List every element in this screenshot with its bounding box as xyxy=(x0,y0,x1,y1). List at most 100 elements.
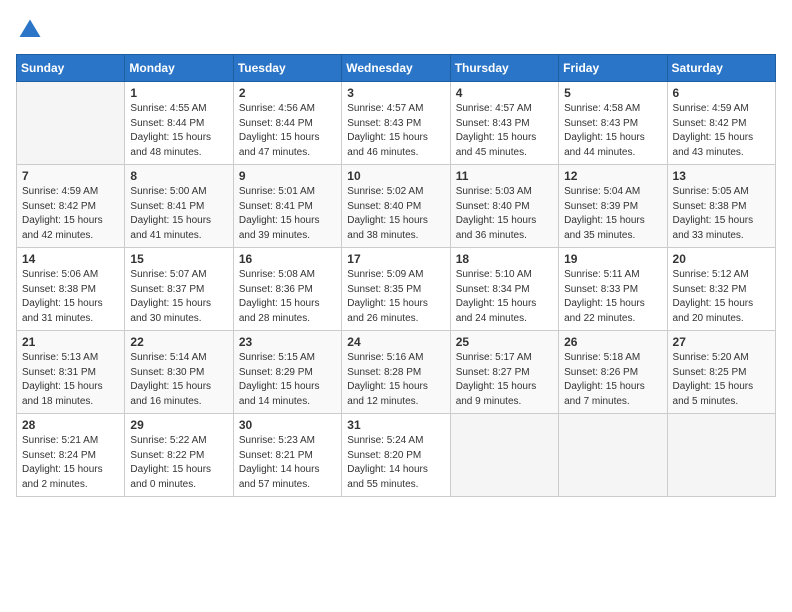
calendar-cell: 9 Sunrise: 5:01 AMSunset: 8:41 PMDayligh… xyxy=(233,165,341,248)
logo xyxy=(16,16,48,44)
calendar-cell xyxy=(667,414,775,497)
day-info: Sunrise: 5:18 AMSunset: 8:26 PMDaylight:… xyxy=(564,351,661,409)
calendar-table: SundayMondayTuesdayWednesdayThursdayFrid… xyxy=(16,54,776,497)
calendar-cell: 7 Sunrise: 4:59 AMSunset: 8:42 PMDayligh… xyxy=(17,165,125,248)
day-info: Sunrise: 4:58 AMSunset: 8:43 PMDaylight:… xyxy=(564,102,661,160)
calendar-cell: 29 Sunrise: 5:22 AMSunset: 8:22 PMDaylig… xyxy=(125,414,233,497)
day-number: 6 xyxy=(673,86,770,100)
day-info: Sunrise: 5:13 AMSunset: 8:31 PMDaylight:… xyxy=(22,351,119,409)
calendar-body: 1 Sunrise: 4:55 AMSunset: 8:44 PMDayligh… xyxy=(17,82,776,497)
logo-icon xyxy=(16,16,44,44)
calendar-cell: 24 Sunrise: 5:16 AMSunset: 8:28 PMDaylig… xyxy=(342,331,450,414)
calendar-cell: 19 Sunrise: 5:11 AMSunset: 8:33 PMDaylig… xyxy=(559,248,667,331)
column-header-tuesday: Tuesday xyxy=(233,55,341,82)
column-header-sunday: Sunday xyxy=(17,55,125,82)
day-number: 31 xyxy=(347,418,444,432)
calendar-cell: 15 Sunrise: 5:07 AMSunset: 8:37 PMDaylig… xyxy=(125,248,233,331)
calendar-header: SundayMondayTuesdayWednesdayThursdayFrid… xyxy=(17,55,776,82)
column-header-wednesday: Wednesday xyxy=(342,55,450,82)
day-number: 18 xyxy=(456,252,553,266)
calendar-cell: 11 Sunrise: 5:03 AMSunset: 8:40 PMDaylig… xyxy=(450,165,558,248)
day-info: Sunrise: 5:24 AMSunset: 8:20 PMDaylight:… xyxy=(347,434,444,492)
day-info: Sunrise: 5:21 AMSunset: 8:24 PMDaylight:… xyxy=(22,434,119,492)
calendar-cell: 20 Sunrise: 5:12 AMSunset: 8:32 PMDaylig… xyxy=(667,248,775,331)
day-info: Sunrise: 5:12 AMSunset: 8:32 PMDaylight:… xyxy=(673,268,770,326)
column-header-monday: Monday xyxy=(125,55,233,82)
calendar-week-5: 28 Sunrise: 5:21 AMSunset: 8:24 PMDaylig… xyxy=(17,414,776,497)
calendar-week-2: 7 Sunrise: 4:59 AMSunset: 8:42 PMDayligh… xyxy=(17,165,776,248)
day-number: 14 xyxy=(22,252,119,266)
day-number: 2 xyxy=(239,86,336,100)
day-info: Sunrise: 4:59 AMSunset: 8:42 PMDaylight:… xyxy=(673,102,770,160)
day-number: 22 xyxy=(130,335,227,349)
day-info: Sunrise: 5:10 AMSunset: 8:34 PMDaylight:… xyxy=(456,268,553,326)
day-info: Sunrise: 5:22 AMSunset: 8:22 PMDaylight:… xyxy=(130,434,227,492)
day-info: Sunrise: 4:57 AMSunset: 8:43 PMDaylight:… xyxy=(347,102,444,160)
day-number: 23 xyxy=(239,335,336,349)
day-number: 13 xyxy=(673,169,770,183)
day-number: 10 xyxy=(347,169,444,183)
day-number: 20 xyxy=(673,252,770,266)
calendar-cell: 17 Sunrise: 5:09 AMSunset: 8:35 PMDaylig… xyxy=(342,248,450,331)
day-number: 21 xyxy=(22,335,119,349)
calendar-cell: 12 Sunrise: 5:04 AMSunset: 8:39 PMDaylig… xyxy=(559,165,667,248)
day-info: Sunrise: 5:23 AMSunset: 8:21 PMDaylight:… xyxy=(239,434,336,492)
day-info: Sunrise: 5:15 AMSunset: 8:29 PMDaylight:… xyxy=(239,351,336,409)
day-info: Sunrise: 5:16 AMSunset: 8:28 PMDaylight:… xyxy=(347,351,444,409)
day-number: 16 xyxy=(239,252,336,266)
day-number: 12 xyxy=(564,169,661,183)
calendar-week-4: 21 Sunrise: 5:13 AMSunset: 8:31 PMDaylig… xyxy=(17,331,776,414)
day-number: 28 xyxy=(22,418,119,432)
column-header-saturday: Saturday xyxy=(667,55,775,82)
calendar-cell: 10 Sunrise: 5:02 AMSunset: 8:40 PMDaylig… xyxy=(342,165,450,248)
calendar-cell xyxy=(450,414,558,497)
day-number: 7 xyxy=(22,169,119,183)
day-info: Sunrise: 5:00 AMSunset: 8:41 PMDaylight:… xyxy=(130,185,227,243)
calendar-cell: 26 Sunrise: 5:18 AMSunset: 8:26 PMDaylig… xyxy=(559,331,667,414)
day-info: Sunrise: 5:02 AMSunset: 8:40 PMDaylight:… xyxy=(347,185,444,243)
day-info: Sunrise: 5:04 AMSunset: 8:39 PMDaylight:… xyxy=(564,185,661,243)
calendar-cell: 28 Sunrise: 5:21 AMSunset: 8:24 PMDaylig… xyxy=(17,414,125,497)
day-number: 3 xyxy=(347,86,444,100)
calendar-cell: 2 Sunrise: 4:56 AMSunset: 8:44 PMDayligh… xyxy=(233,82,341,165)
calendar-cell: 16 Sunrise: 5:08 AMSunset: 8:36 PMDaylig… xyxy=(233,248,341,331)
calendar-cell: 30 Sunrise: 5:23 AMSunset: 8:21 PMDaylig… xyxy=(233,414,341,497)
calendar-cell xyxy=(17,82,125,165)
day-info: Sunrise: 5:08 AMSunset: 8:36 PMDaylight:… xyxy=(239,268,336,326)
day-info: Sunrise: 5:17 AMSunset: 8:27 PMDaylight:… xyxy=(456,351,553,409)
day-number: 27 xyxy=(673,335,770,349)
calendar-cell: 14 Sunrise: 5:06 AMSunset: 8:38 PMDaylig… xyxy=(17,248,125,331)
day-info: Sunrise: 4:59 AMSunset: 8:42 PMDaylight:… xyxy=(22,185,119,243)
day-info: Sunrise: 4:57 AMSunset: 8:43 PMDaylight:… xyxy=(456,102,553,160)
day-info: Sunrise: 5:03 AMSunset: 8:40 PMDaylight:… xyxy=(456,185,553,243)
day-info: Sunrise: 5:20 AMSunset: 8:25 PMDaylight:… xyxy=(673,351,770,409)
day-info: Sunrise: 5:09 AMSunset: 8:35 PMDaylight:… xyxy=(347,268,444,326)
day-number: 19 xyxy=(564,252,661,266)
calendar-cell: 4 Sunrise: 4:57 AMSunset: 8:43 PMDayligh… xyxy=(450,82,558,165)
day-info: Sunrise: 5:14 AMSunset: 8:30 PMDaylight:… xyxy=(130,351,227,409)
day-number: 24 xyxy=(347,335,444,349)
day-number: 11 xyxy=(456,169,553,183)
calendar-cell: 22 Sunrise: 5:14 AMSunset: 8:30 PMDaylig… xyxy=(125,331,233,414)
day-number: 30 xyxy=(239,418,336,432)
calendar-cell: 25 Sunrise: 5:17 AMSunset: 8:27 PMDaylig… xyxy=(450,331,558,414)
calendar-cell: 13 Sunrise: 5:05 AMSunset: 8:38 PMDaylig… xyxy=(667,165,775,248)
column-header-friday: Friday xyxy=(559,55,667,82)
calendar-cell: 27 Sunrise: 5:20 AMSunset: 8:25 PMDaylig… xyxy=(667,331,775,414)
calendar-cell: 3 Sunrise: 4:57 AMSunset: 8:43 PMDayligh… xyxy=(342,82,450,165)
day-info: Sunrise: 4:55 AMSunset: 8:44 PMDaylight:… xyxy=(130,102,227,160)
day-info: Sunrise: 5:01 AMSunset: 8:41 PMDaylight:… xyxy=(239,185,336,243)
calendar-cell: 8 Sunrise: 5:00 AMSunset: 8:41 PMDayligh… xyxy=(125,165,233,248)
calendar-week-3: 14 Sunrise: 5:06 AMSunset: 8:38 PMDaylig… xyxy=(17,248,776,331)
calendar-cell: 1 Sunrise: 4:55 AMSunset: 8:44 PMDayligh… xyxy=(125,82,233,165)
page-header xyxy=(16,16,776,44)
day-number: 5 xyxy=(564,86,661,100)
day-number: 9 xyxy=(239,169,336,183)
day-info: Sunrise: 5:11 AMSunset: 8:33 PMDaylight:… xyxy=(564,268,661,326)
calendar-cell: 18 Sunrise: 5:10 AMSunset: 8:34 PMDaylig… xyxy=(450,248,558,331)
day-info: Sunrise: 4:56 AMSunset: 8:44 PMDaylight:… xyxy=(239,102,336,160)
calendar-cell: 6 Sunrise: 4:59 AMSunset: 8:42 PMDayligh… xyxy=(667,82,775,165)
day-info: Sunrise: 5:06 AMSunset: 8:38 PMDaylight:… xyxy=(22,268,119,326)
calendar-cell: 23 Sunrise: 5:15 AMSunset: 8:29 PMDaylig… xyxy=(233,331,341,414)
day-number: 15 xyxy=(130,252,227,266)
